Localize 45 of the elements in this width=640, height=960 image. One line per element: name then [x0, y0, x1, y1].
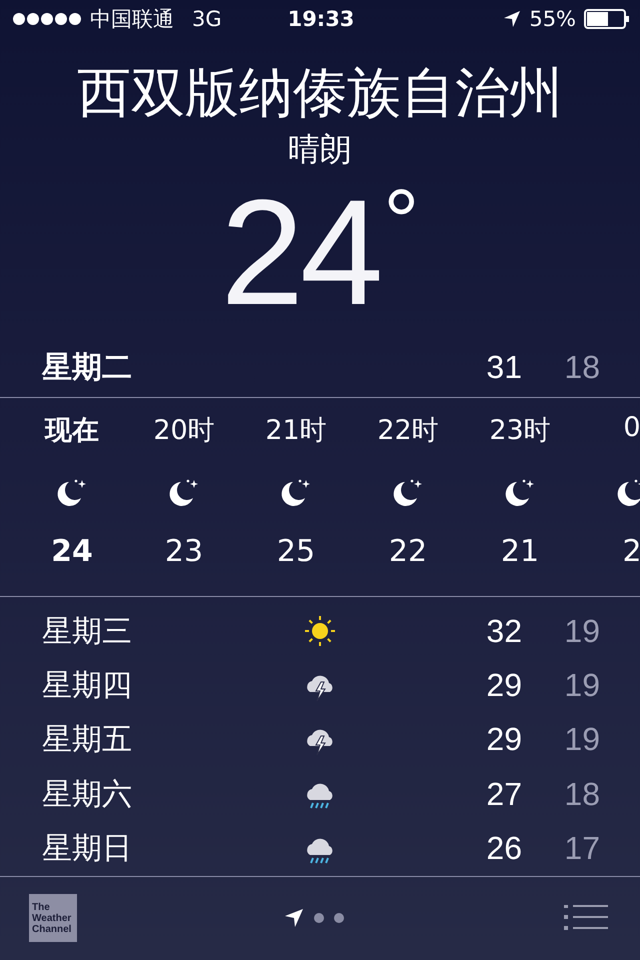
carrier-name: 中国联通: [90, 6, 174, 34]
signal-icon: [12, 12, 82, 26]
hour-label: 23时: [489, 414, 551, 448]
hour-label: 0: [623, 412, 640, 445]
hour-label: 22时: [377, 414, 439, 448]
clock-time: 19:33: [288, 7, 354, 32]
location-arrow-icon: [503, 10, 522, 28]
high-temperature: 29: [485, 721, 522, 758]
weather-condition: 晴朗: [287, 128, 353, 169]
hour-temperature: 25: [276, 534, 316, 569]
hour-temperature: 24: [51, 534, 93, 569]
battery-icon: [584, 9, 630, 30]
page-dot[interactable]: [314, 913, 324, 924]
day-name: 星期四: [42, 667, 133, 706]
high-temperature: 27: [485, 776, 522, 813]
hour-label: 21时: [265, 414, 327, 448]
hour-temperature: 2: [622, 534, 640, 569]
network-type: 3G: [192, 7, 222, 32]
hour-temperature: 23: [164, 534, 204, 569]
low-temperature: 19: [563, 667, 600, 704]
low-temperature: 17: [563, 830, 600, 867]
high-temperature: 29: [485, 667, 522, 704]
high-temperature: 31: [485, 349, 522, 386]
day-name: 星期日: [42, 830, 133, 868]
weather-channel-logo[interactable]: The Weather Channel: [29, 894, 77, 942]
hour-temperature: 22: [388, 534, 428, 569]
list-icon[interactable]: [564, 905, 608, 932]
day-name: 星期二: [42, 349, 133, 388]
low-temperature: 18: [563, 349, 600, 386]
hour-label: 现在: [45, 414, 99, 448]
hour-temperature: 21: [500, 534, 540, 569]
high-temperature: 32: [485, 612, 522, 650]
high-temperature: 26: [485, 830, 522, 867]
low-temperature: 19: [563, 612, 600, 650]
day-name: 星期六: [42, 776, 133, 814]
current-temperature: 24°: [220, 176, 420, 327]
low-temperature: 18: [563, 776, 600, 813]
low-temperature: 19: [563, 721, 600, 758]
day-name: 星期三: [42, 612, 133, 651]
city-name: 西双版纳傣族自治州: [76, 60, 564, 126]
location-page-icon[interactable]: [284, 908, 304, 928]
battery-percent: 55%: [529, 7, 576, 32]
page-dot[interactable]: [334, 913, 344, 924]
day-name: 星期五: [42, 721, 133, 760]
hour-label: 20时: [153, 414, 215, 448]
